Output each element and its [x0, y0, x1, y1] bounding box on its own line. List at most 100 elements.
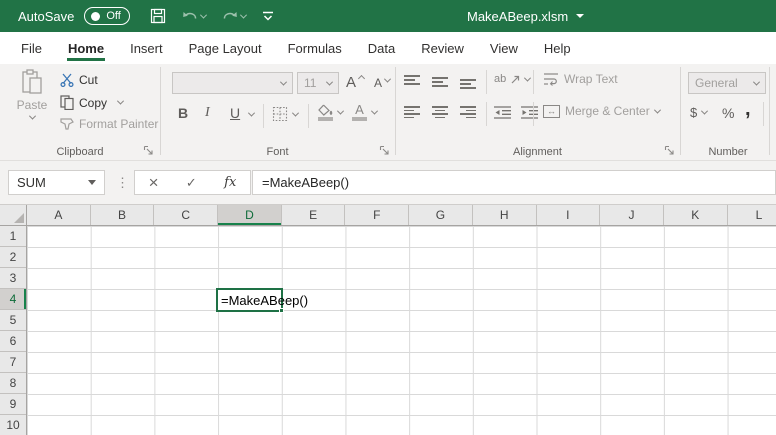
row-header-9[interactable]: 9 [0, 394, 26, 415]
align-middle-button[interactable] [432, 74, 448, 90]
decrease-indent-button[interactable] [494, 106, 511, 119]
select-all-corner[interactable] [0, 205, 27, 226]
title-bar: AutoSave Off MakeABeep.xlsm [0, 0, 776, 32]
shrink-font-label: A [374, 76, 382, 90]
autosave-toggle[interactable]: Off [84, 7, 129, 25]
fill-color-button[interactable] [318, 104, 343, 121]
small-separator [486, 70, 487, 94]
underline-button[interactable]: U [230, 105, 240, 121]
row-header-8[interactable]: 8 [0, 373, 26, 394]
redo-dropdown-icon[interactable] [240, 11, 247, 18]
column-header-b[interactable]: B [91, 205, 155, 225]
borders-dropdown-icon[interactable] [292, 109, 299, 116]
copy-button[interactable]: Copy [60, 95, 123, 110]
tab-page-layout[interactable]: Page Layout [176, 32, 275, 64]
name-box-dropdown-icon[interactable] [88, 180, 96, 185]
tab-review[interactable]: Review [408, 32, 477, 64]
enter-button[interactable]: ✓ [186, 175, 197, 191]
underline-dropdown-icon[interactable] [248, 110, 255, 117]
tab-formulas[interactable]: Formulas [275, 32, 355, 64]
align-bottom-button[interactable] [460, 76, 476, 92]
row-header-1[interactable]: 1 [0, 226, 26, 247]
tab-data[interactable]: Data [355, 32, 408, 64]
fill-color-dropdown-icon[interactable] [337, 107, 344, 114]
column-header-i[interactable]: I [537, 205, 601, 225]
formula-bar-divider[interactable]: ⋮ [116, 170, 129, 195]
paste-clipboard-icon [21, 69, 43, 95]
column-header-k[interactable]: K [664, 205, 728, 225]
column-header-f[interactable]: F [345, 205, 409, 225]
save-button[interactable] [150, 8, 166, 24]
row-header-7[interactable]: 7 [0, 352, 26, 373]
tab-insert[interactable]: Insert [117, 32, 176, 64]
cancel-button[interactable]: × [149, 173, 159, 193]
formula-input[interactable]: =MakeABeep() [252, 170, 776, 195]
undo-dropdown-icon[interactable] [200, 11, 207, 18]
formula-bar-row: SUM ⋮ × ✓ fx =MakeABeep() [0, 161, 776, 204]
font-name-select[interactable] [172, 72, 293, 94]
small-separator [763, 102, 764, 126]
copy-dropdown-icon[interactable] [117, 98, 124, 105]
column-header-d-selected[interactable]: D [218, 205, 282, 225]
orientation-ab-icon: ab [494, 73, 506, 85]
active-cell-d4[interactable]: =MakeABeep() [216, 288, 283, 312]
align-left-button[interactable] [404, 105, 420, 119]
grid-cells[interactable] [27, 226, 776, 435]
undo-button[interactable] [182, 10, 206, 23]
redo-button[interactable] [222, 10, 246, 23]
clipboard-dialog-launcher-icon[interactable] [143, 145, 154, 156]
row-header-5[interactable]: 5 [0, 310, 26, 331]
number-format-value: General [695, 76, 738, 90]
tab-view[interactable]: View [477, 32, 531, 64]
column-header-j[interactable]: J [600, 205, 664, 225]
format-painter-button[interactable]: Format Painter [60, 117, 158, 131]
comma-style-button[interactable]: , [745, 98, 751, 121]
number-format-select[interactable]: General [688, 72, 766, 94]
merge-center-dropdown-icon[interactable] [654, 106, 661, 113]
accounting-format-button[interactable]: $ [690, 105, 707, 120]
align-center-button[interactable] [432, 105, 448, 119]
column-header-c[interactable]: C [154, 205, 218, 225]
column-header-h[interactable]: H [473, 205, 537, 225]
bold-button[interactable]: B [178, 105, 188, 121]
align-top-button[interactable] [404, 72, 420, 88]
column-header-l[interactable]: L [728, 205, 776, 225]
name-box[interactable]: SUM [8, 170, 105, 195]
orientation-button[interactable]: ab [494, 73, 530, 85]
row-header-2[interactable]: 2 [0, 247, 26, 268]
customize-quick-access-button[interactable] [262, 11, 274, 22]
tab-home[interactable]: Home [55, 32, 117, 64]
accounting-dropdown-icon[interactable] [701, 108, 708, 115]
italic-button[interactable]: I [205, 105, 210, 121]
orientation-dropdown-icon[interactable] [524, 74, 531, 81]
row-header-10[interactable]: 10 [0, 415, 26, 435]
font-color-button[interactable]: A [352, 104, 377, 121]
font-dialog-launcher-icon[interactable] [379, 145, 390, 156]
align-right-button[interactable] [460, 105, 476, 119]
cut-button[interactable]: Cut [60, 73, 98, 87]
tab-help[interactable]: Help [531, 32, 584, 64]
font-color-dropdown-icon[interactable] [371, 107, 378, 114]
document-title[interactable]: MakeABeep.xlsm [467, 0, 584, 32]
column-header-g[interactable]: G [409, 205, 473, 225]
shrink-font-button[interactable]: A [374, 76, 390, 90]
percent-style-button[interactable]: % [722, 105, 734, 121]
row-header-6[interactable]: 6 [0, 331, 26, 352]
grow-font-button[interactable]: A [346, 74, 364, 91]
paste-dropdown-icon[interactable] [28, 113, 35, 120]
formula-bar-buttons: × ✓ fx [134, 170, 251, 195]
column-header-e[interactable]: E [282, 205, 346, 225]
paste-button[interactable]: Paste [10, 69, 54, 120]
merge-center-button[interactable]: ↔ Merge & Center [543, 104, 660, 118]
column-header-a[interactable]: A [27, 205, 91, 225]
wrap-text-button[interactable]: Wrap Text [543, 72, 618, 86]
row-header-3[interactable]: 3 [0, 268, 26, 289]
insert-function-button[interactable]: fx [224, 175, 236, 190]
alignment-dialog-launcher-icon[interactable] [664, 145, 675, 156]
borders-button[interactable] [272, 106, 298, 122]
tab-file[interactable]: File [8, 32, 55, 64]
row-header-4-selected[interactable]: 4 [0, 289, 26, 310]
fill-handle[interactable] [279, 308, 284, 313]
font-size-select[interactable]: 11 [297, 72, 339, 94]
increase-indent-button[interactable] [521, 106, 538, 119]
